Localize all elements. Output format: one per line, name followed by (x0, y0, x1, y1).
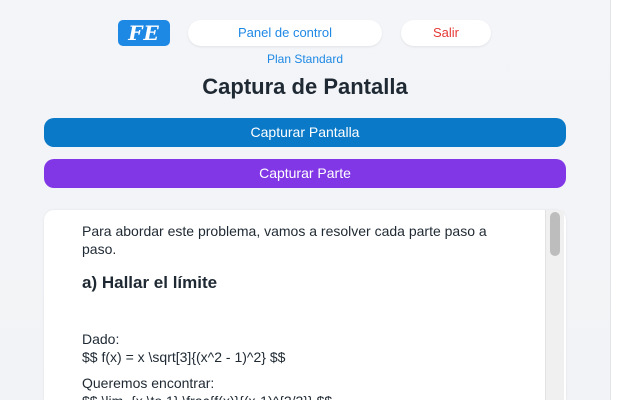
top-bar: FE Panel de control Salir (118, 18, 518, 48)
result-heading: a) Hallar el límite (82, 273, 218, 292)
scrollbar-thumb[interactable] (550, 212, 560, 256)
extension-panel: FE Panel de control Salir Plan Standard … (0, 0, 610, 400)
plan-label: Plan Standard (266, 52, 344, 66)
fe-logo-icon: FE (118, 20, 170, 46)
capture-part-button[interactable]: Capturar Parte (44, 159, 566, 188)
exit-button[interactable]: Salir (401, 20, 491, 46)
result-scrollbar[interactable] (545, 210, 564, 400)
want-formula: $$ \lim_{x \to 1} \frac{f(x)}{(x-1)^{2/3… (82, 392, 332, 400)
capture-screen-button[interactable]: Capturar Pantalla (44, 118, 566, 147)
page-title: Captura de Pantalla (202, 74, 408, 99)
want-label: Queremos encontrar: (82, 375, 215, 391)
result-intro: Para abordar este problema, vamos a reso… (82, 223, 487, 257)
result-panel[interactable]: Para abordar este problema, vamos a reso… (44, 210, 566, 400)
given-label: Dado: (82, 331, 120, 347)
window-edge (610, 0, 640, 400)
control-panel-button[interactable]: Panel de control (188, 20, 382, 46)
given-formula: $$ f(x) = x \sqrt[3]{(x^2 - 1)^2} $$ (82, 349, 286, 365)
